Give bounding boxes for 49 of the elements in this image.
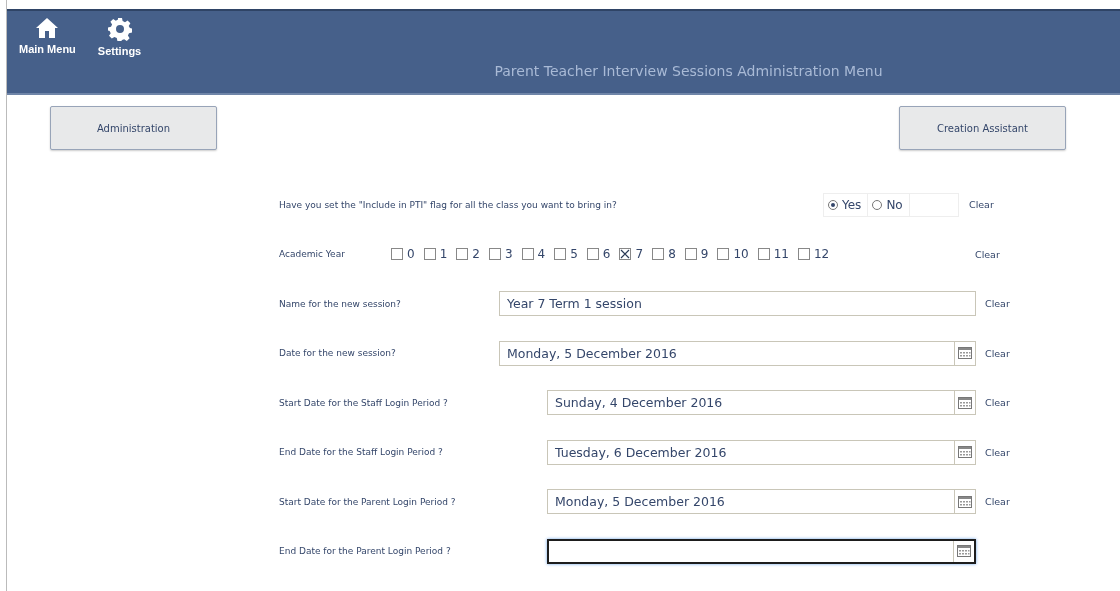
date-field[interactable]: Monday, 5 December 2016 xyxy=(499,340,976,366)
administration-button[interactable]: Administration xyxy=(50,106,217,150)
year-checkbox[interactable]: 3 xyxy=(488,247,513,262)
field-label: End Date for the Parent Login Period ? xyxy=(279,546,452,557)
question-label: Have you set the "Include in PTI" flag for all the class you want to bring in? xyxy=(279,199,618,210)
year-checkbox[interactable]: 11 xyxy=(757,247,789,262)
date-field[interactable]: Monday, 5 December 2016 xyxy=(547,489,976,515)
year-checkbox[interactable]: 10 xyxy=(717,247,749,262)
clear-link[interactable]: Clear xyxy=(975,248,1015,260)
settings-button[interactable]: Settings xyxy=(93,17,146,57)
calendar-icon xyxy=(958,446,972,459)
field-label: Start Date for the Staff Login Period ? xyxy=(279,397,449,408)
date-field[interactable]: Sunday, 4 December 2016 xyxy=(547,390,976,416)
year-checkbox[interactable]: 1 xyxy=(423,247,448,262)
year-checkbox[interactable]: 9 xyxy=(684,247,709,262)
year-checkbox[interactable]: 8 xyxy=(652,247,676,262)
field-label: Start Date for the Parent Login Period ? xyxy=(279,496,457,507)
clear-link[interactable]: Clear xyxy=(985,446,1025,458)
text-field[interactable]: Year 7 Term 1 session xyxy=(499,291,976,317)
main-menu-button[interactable]: Main Menu xyxy=(15,17,80,57)
calendar-icon xyxy=(958,495,972,508)
calendar-icon xyxy=(957,545,971,558)
year-checkbox[interactable]: 5 xyxy=(554,247,578,262)
date-field[interactable]: Tuesday, 6 December 2016 xyxy=(547,439,976,465)
year-checkbox[interactable]: 0 xyxy=(391,247,415,262)
year-checkbox[interactable]: 7 xyxy=(619,247,644,262)
radio-option[interactable]: Yes xyxy=(824,193,869,216)
cross-mark-icon xyxy=(620,249,631,260)
field-label: Date for the new session? xyxy=(279,348,397,359)
field-label: Name for the new session? xyxy=(279,298,402,309)
home-icon xyxy=(35,17,60,39)
year-checkbox[interactable]: 12 xyxy=(797,247,830,262)
clear-link[interactable]: Clear xyxy=(985,298,1025,310)
date-field[interactable] xyxy=(547,538,976,564)
year-checkbox[interactable]: 6 xyxy=(586,247,611,262)
calendar-icon xyxy=(958,396,972,409)
radio-option[interactable]: No xyxy=(868,193,910,216)
year-checkbox[interactable]: 4 xyxy=(521,247,546,262)
clear-link[interactable]: Clear xyxy=(985,347,1025,359)
academic-year-label: Academic Year xyxy=(279,249,346,260)
header-title: Parent Teacher Interview Sessions Administration Menu xyxy=(494,63,883,79)
clear-link[interactable]: Clear xyxy=(985,496,1025,508)
clear-link[interactable]: Clear xyxy=(985,397,1025,409)
creation-assistant-button[interactable]: Creation Assistant xyxy=(899,106,1066,150)
field-label: End Date for the Staff Login Period ? xyxy=(279,447,444,458)
year-checkbox[interactable]: 2 xyxy=(456,247,480,262)
settings-icon xyxy=(107,17,132,41)
calendar-icon xyxy=(958,347,972,360)
clear-link[interactable]: Clear xyxy=(969,199,1009,211)
